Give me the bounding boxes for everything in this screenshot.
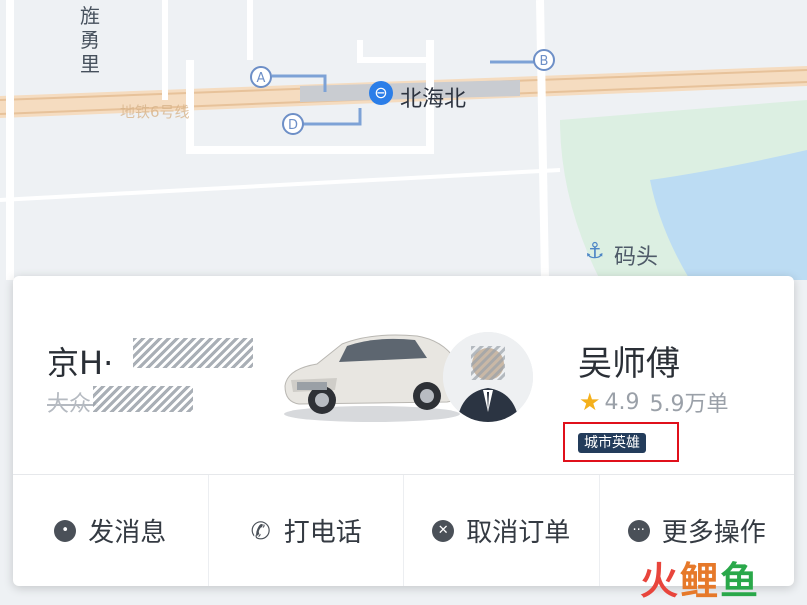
phone-icon: ✆ xyxy=(250,516,271,545)
dock-label: 码头 xyxy=(614,245,659,270)
driver-card: 京H· 大众· 吴师傅 ★ 4.9 5.9万单 城市英雄 • 发消息 ✆ 打电话… xyxy=(13,276,794,586)
call-label: 打电话 xyxy=(283,518,362,548)
driver-photo xyxy=(443,332,533,422)
anchor-icon: ⚓ xyxy=(585,239,605,264)
call-button[interactable]: ✆ 打电话 xyxy=(209,475,404,586)
exit-b-marker: B xyxy=(533,49,555,71)
rating-row: ★ 4.9 5.9万单 xyxy=(579,386,729,418)
message-icon: • xyxy=(54,519,77,542)
station-label[interactable]: 北海北 xyxy=(400,81,466,113)
cancel-icon: ✕ xyxy=(432,519,455,542)
plate-redaction xyxy=(133,338,253,368)
metro-icon: ⊖ xyxy=(369,81,393,105)
exit-a-marker: A xyxy=(250,66,272,88)
cancel-order-button[interactable]: ✕ 取消订单 xyxy=(404,475,600,586)
more-actions-label: 更多操作 xyxy=(661,518,766,548)
car-model: 大众· xyxy=(47,392,98,417)
message-label: 发消息 xyxy=(88,518,167,548)
cancel-order-label: 取消订单 xyxy=(466,518,571,548)
driver-avatar[interactable] xyxy=(443,332,533,422)
star-icon: ★ xyxy=(579,388,601,416)
more-icon: ··· xyxy=(627,519,650,542)
district-label: 旌勇里 xyxy=(80,4,100,76)
license-plate: 京H· xyxy=(47,344,114,382)
order-count: 5.9万单 xyxy=(649,392,729,417)
exit-d-marker: D xyxy=(282,113,304,135)
driver-rating: 4.9 xyxy=(604,389,640,415)
message-button[interactable]: • 发消息 xyxy=(13,475,209,586)
model-redaction xyxy=(93,386,193,412)
driver-name: 吴师傅 xyxy=(578,344,680,384)
watermark-logo: 火鲤鱼 xyxy=(640,559,761,603)
car-image xyxy=(284,334,462,422)
driver-badge: 城市英雄 xyxy=(578,433,646,453)
road-label: 地铁6号线 xyxy=(120,103,190,121)
